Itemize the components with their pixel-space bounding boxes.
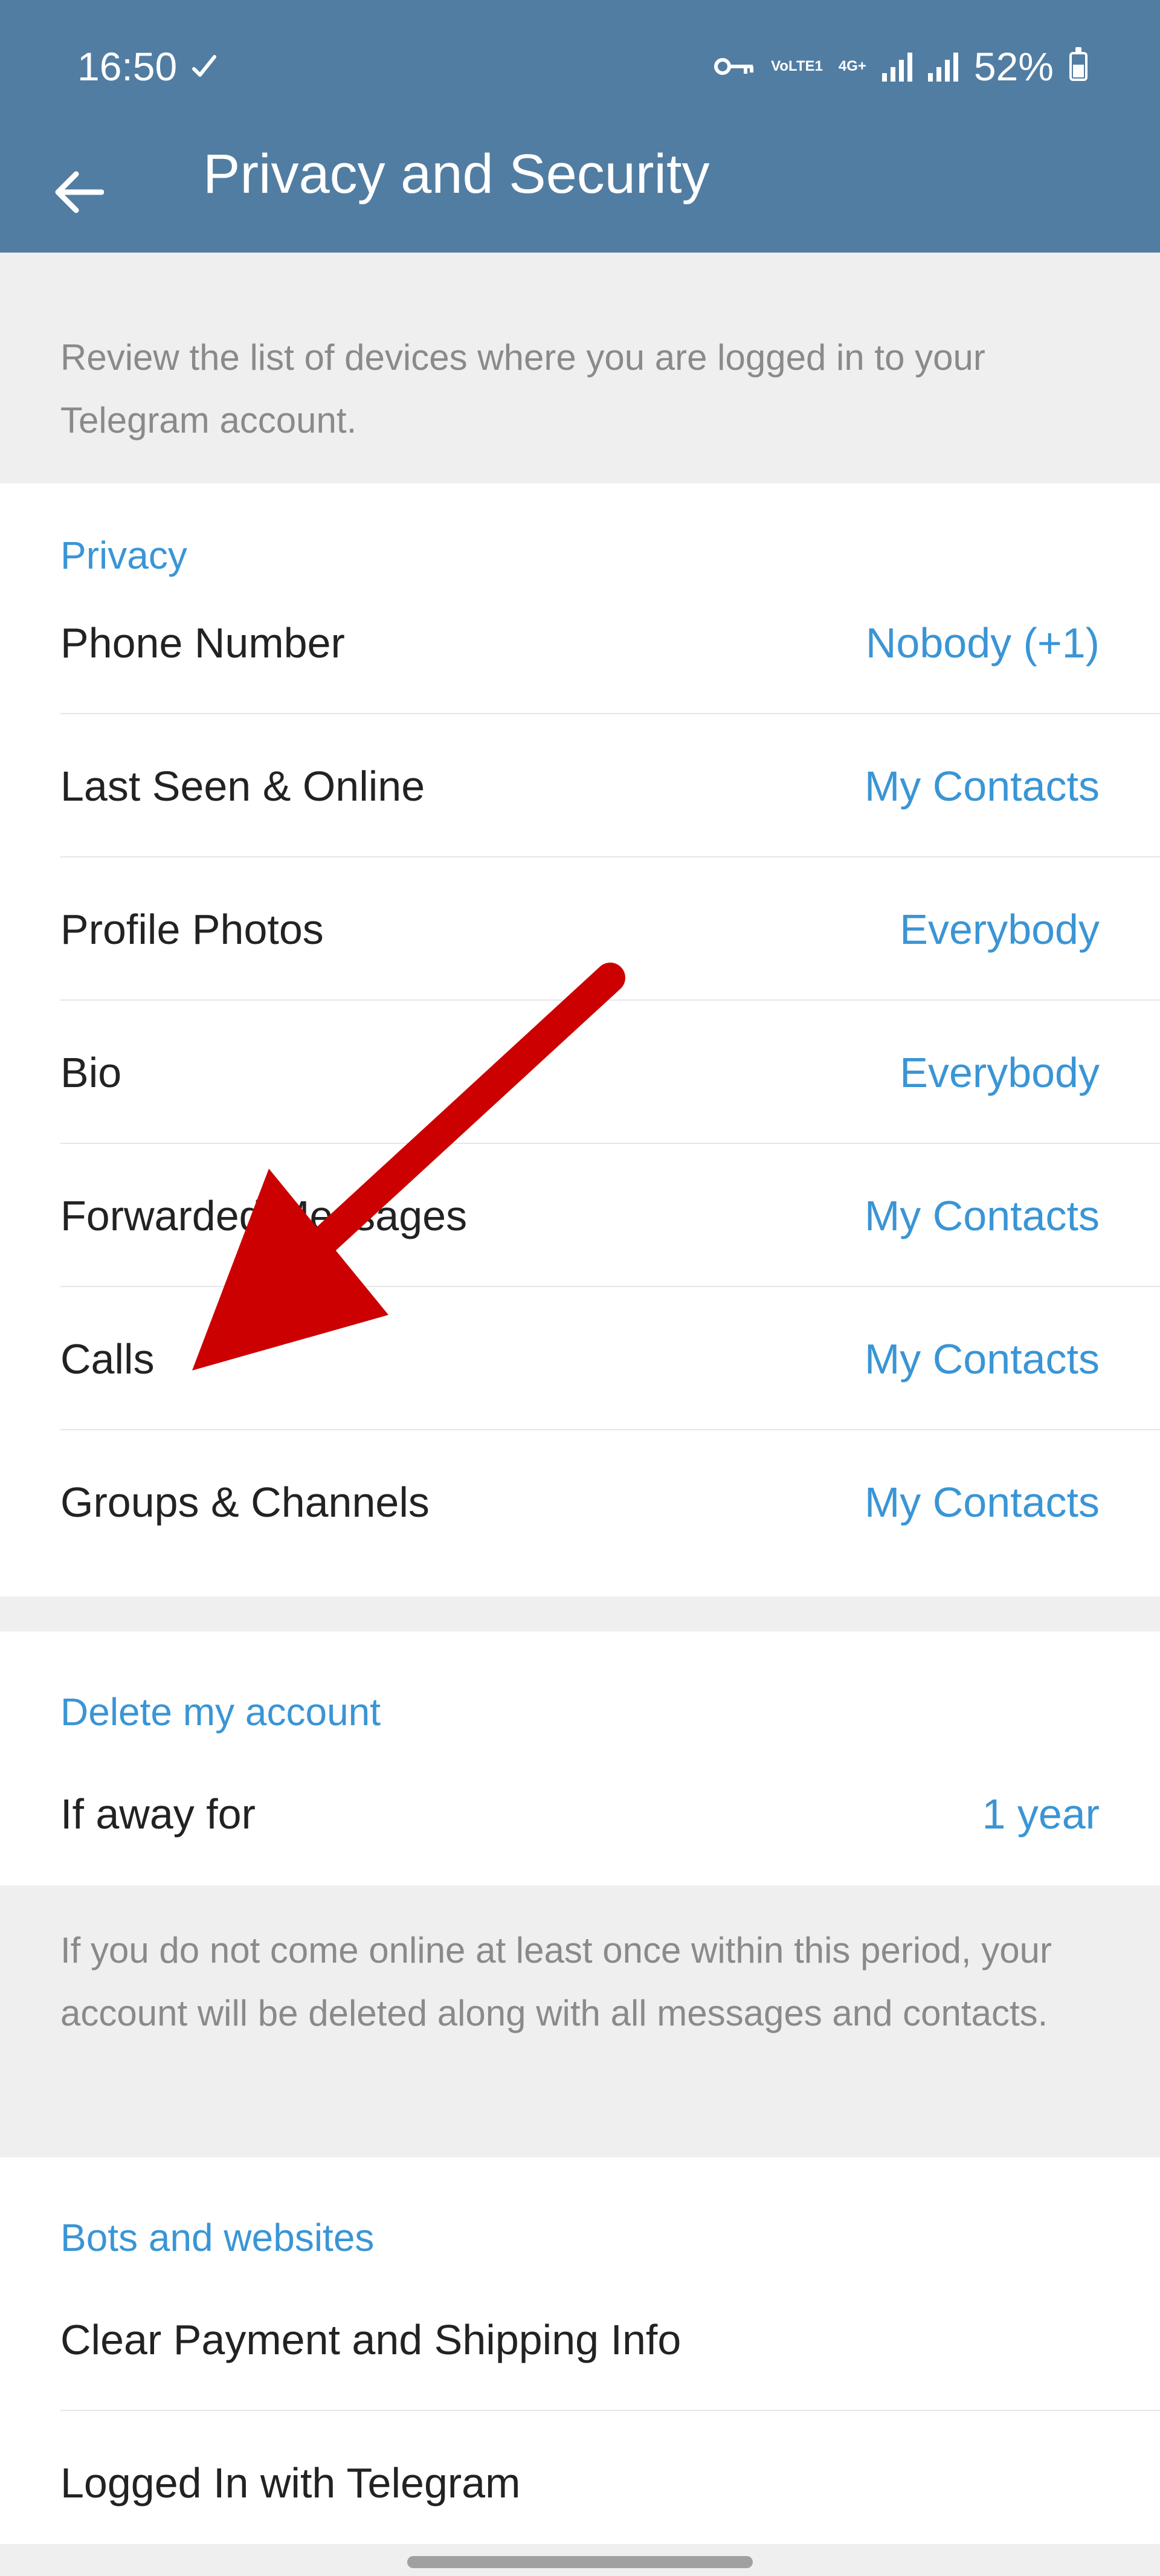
privacy-row-phone-number[interactable]: Phone Number Nobody (+1) (60, 571, 1160, 714)
privacy-row-value: My Contacts (865, 762, 1100, 810)
page-title: Privacy and Security (203, 143, 710, 205)
status-icons: VoLTE1 4G+ 52% (713, 42, 1088, 91)
privacy-row-label: Phone Number (60, 619, 345, 667)
privacy-row-value: Everybody (900, 1048, 1100, 1096)
devices-hint: Review the list of devices where you are… (0, 302, 1160, 483)
bots-row-logged-in[interactable]: Logged In with Telegram (60, 2411, 1100, 2554)
privacy-row-label: Groups & Channels (60, 1478, 430, 1526)
network-label-1: VoLTE1 (771, 58, 823, 74)
battery-icon (1069, 47, 1088, 81)
status-time-group: 16:50 (77, 42, 218, 91)
bots-header: Bots and websites (60, 2216, 375, 2259)
away-label: If away for (60, 1790, 256, 1838)
privacy-row-value: Nobody (+1) (865, 619, 1100, 667)
privacy-section: Privacy Phone Number Nobody (+1) Last Se… (0, 483, 1160, 1596)
signal-icon (881, 51, 912, 82)
nav-gesture-handle[interactable] (407, 2556, 753, 2568)
privacy-row-value: My Contacts (865, 1192, 1100, 1239)
privacy-row-label: Last Seen & Online (60, 762, 425, 810)
app-bar: Privacy and Security (0, 132, 1160, 253)
privacy-row-label: Profile Photos (60, 905, 324, 953)
delete-account-hint: If you do not come online at least once … (0, 1885, 1160, 2157)
status-time: 16:50 (77, 44, 178, 89)
devices-hint-text: Review the list of devices where you are… (60, 337, 985, 441)
delete-account-away-row[interactable]: If away for 1 year (60, 1742, 1100, 1885)
privacy-row-forwarded-messages[interactable]: Forwarded Messages My Contacts (60, 1144, 1160, 1287)
privacy-row-value: My Contacts (865, 1335, 1100, 1383)
delete-account-hint-text: If you do not come online at least once … (60, 1930, 1052, 2033)
battery-fill (1073, 65, 1084, 77)
network-label-2: 4G+ (838, 58, 866, 74)
privacy-row-groups-channels[interactable]: Groups & Channels My Contacts (60, 1430, 1100, 1574)
battery-percent: 52% (973, 44, 1054, 89)
privacy-row-calls[interactable]: Calls My Contacts (60, 1287, 1160, 1430)
privacy-row-label: Calls (60, 1335, 155, 1383)
key-icon (714, 58, 754, 75)
back-button[interactable] (42, 156, 115, 228)
delete-account-header: Delete my account (60, 1690, 381, 1734)
check-icon (192, 55, 217, 77)
bots-section: Bots and websites Clear Payment and Ship… (0, 2157, 1160, 2544)
privacy-row-bio[interactable]: Bio Everybody (60, 1001, 1160, 1144)
privacy-row-label: Forwarded Messages (60, 1192, 468, 1239)
arrow-left-icon (55, 171, 104, 213)
privacy-row-profile-photos[interactable]: Profile Photos Everybody (60, 857, 1160, 1001)
privacy-row-value: Everybody (900, 905, 1100, 953)
bots-row-label: Clear Payment and Shipping Info (60, 2316, 682, 2363)
status-bar: 16:50 VoLTE1 4G+ 52% (0, 0, 1160, 132)
bots-row-label: Logged In with Telegram (60, 2459, 521, 2507)
privacy-row-last-seen[interactable]: Last Seen & Online My Contacts (60, 714, 1160, 857)
privacy-row-value: My Contacts (865, 1478, 1100, 1526)
away-value: 1 year (982, 1790, 1100, 1838)
delete-account-section: Delete my account If away for 1 year (0, 1632, 1160, 1885)
bots-row-clear-payment[interactable]: Clear Payment and Shipping Info (60, 2268, 1160, 2411)
app-header: 16:50 VoLTE1 4G+ 52% Privacy and Securit… (0, 0, 1160, 253)
signal-icon-2 (927, 51, 958, 82)
privacy-row-label: Bio (60, 1048, 122, 1096)
